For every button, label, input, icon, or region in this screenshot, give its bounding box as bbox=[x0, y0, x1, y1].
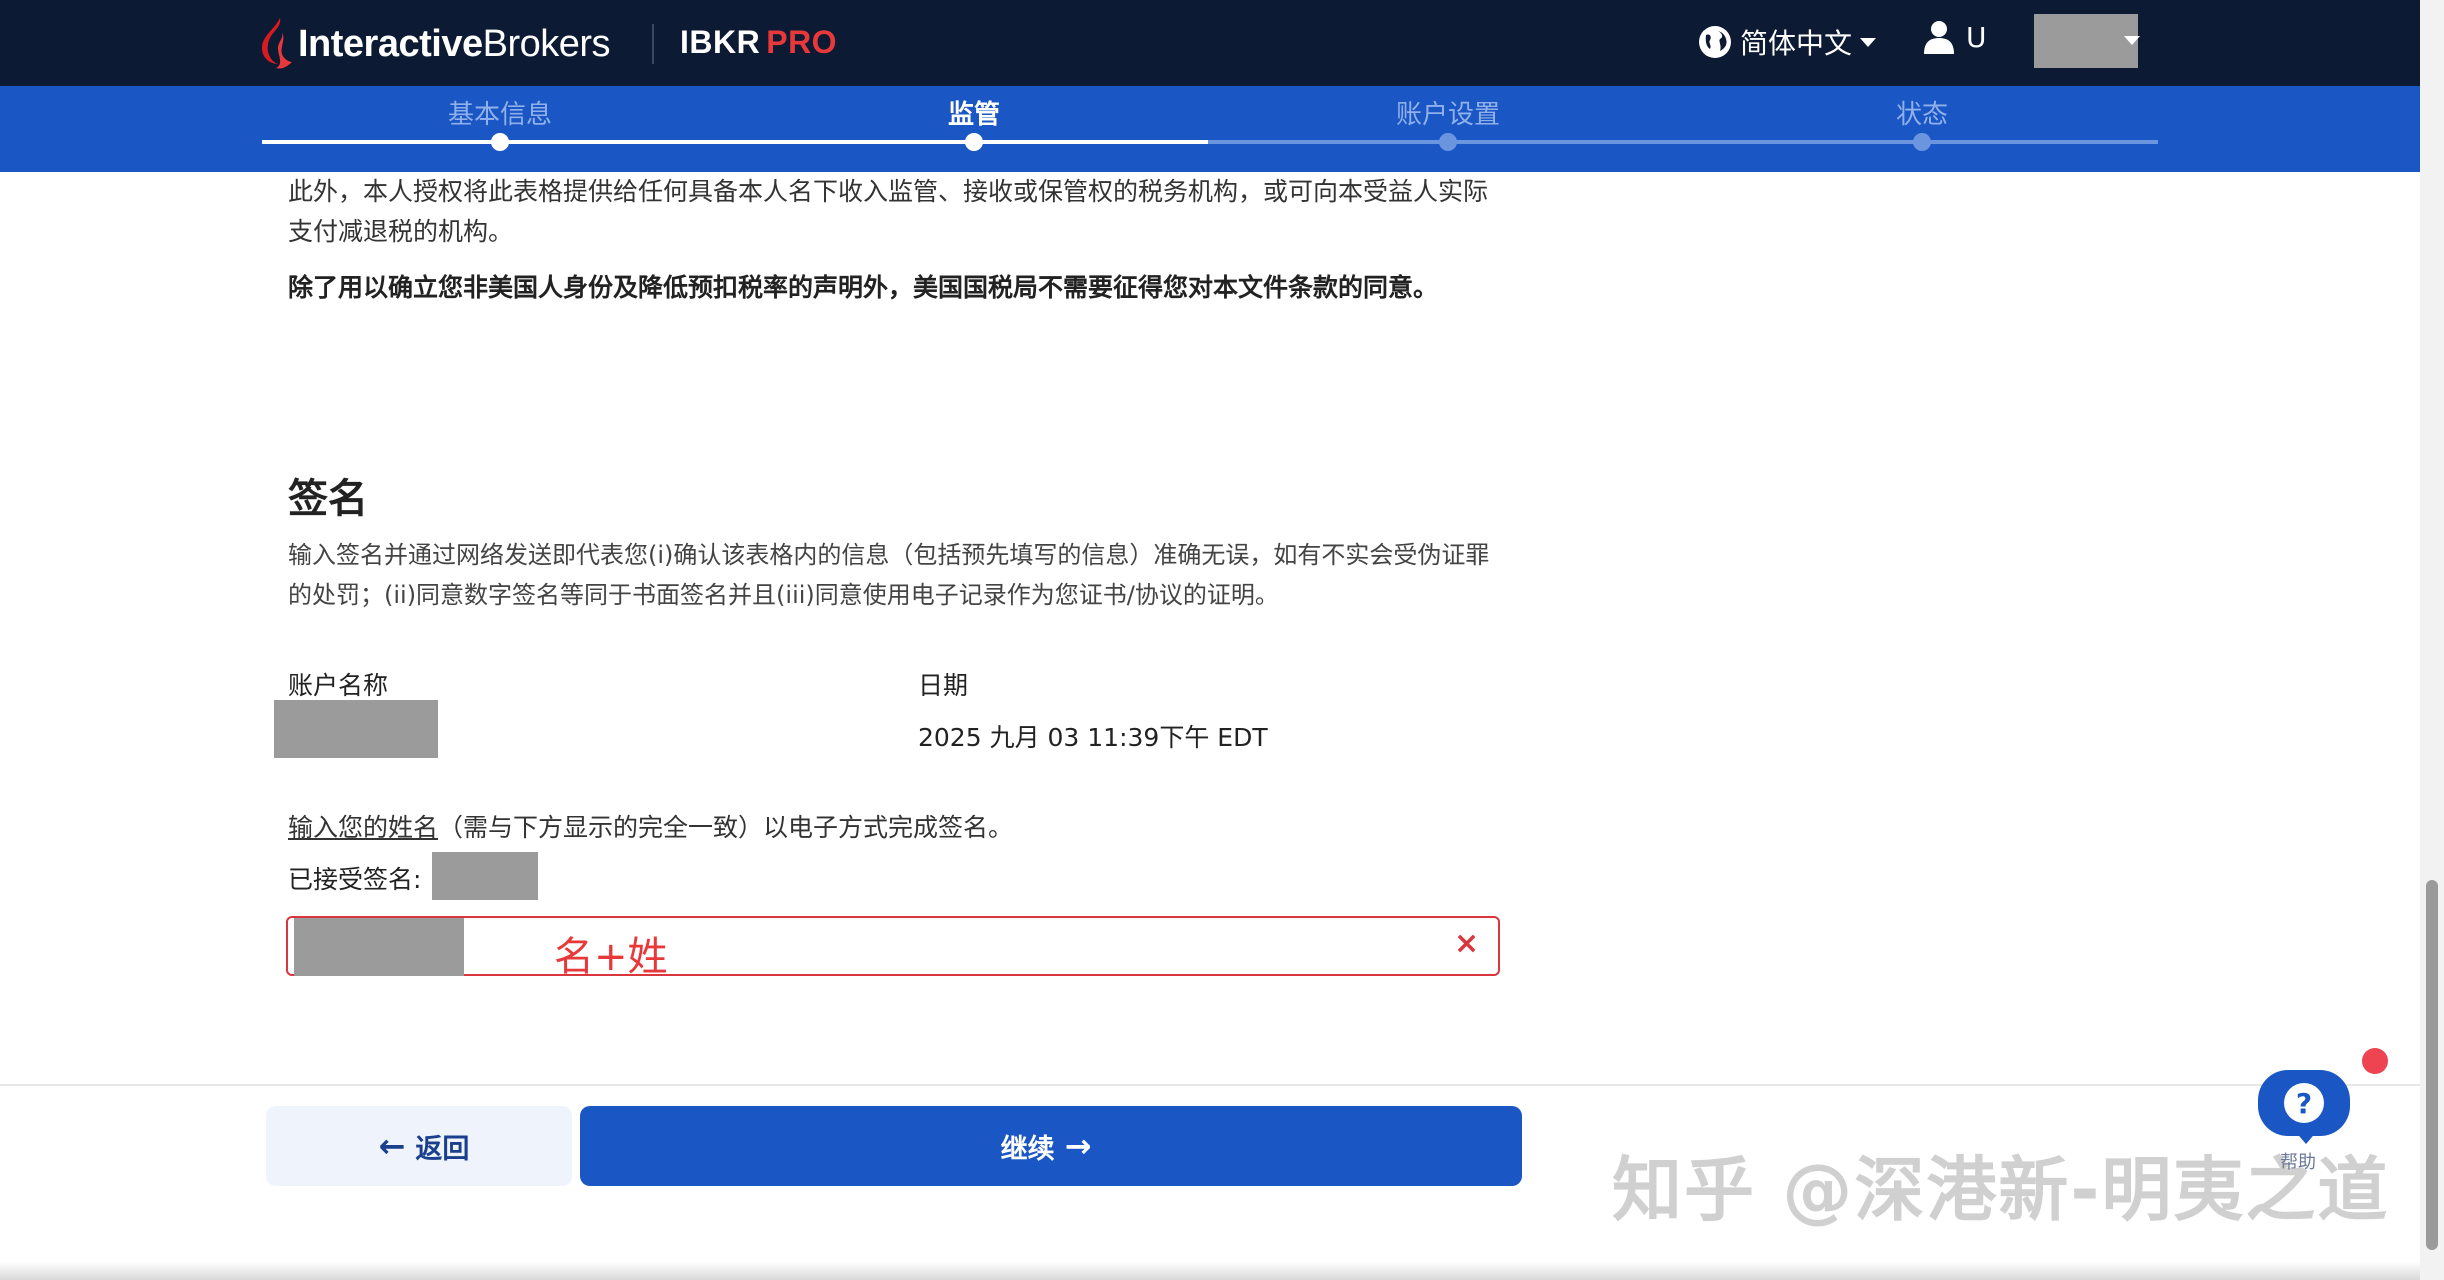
step-account-settings: 账户设置 bbox=[1395, 100, 1501, 130]
user-icon bbox=[1924, 21, 1954, 54]
progress-track-fill bbox=[262, 140, 1208, 144]
globe-icon bbox=[1699, 26, 1731, 58]
help-button[interactable]: ? bbox=[2258, 1070, 2350, 1136]
account-name-redaction bbox=[274, 700, 438, 758]
back-button[interactable]: ← 返回 bbox=[266, 1106, 572, 1186]
step-dot-basic-info bbox=[491, 133, 509, 151]
date-label: 日期 bbox=[918, 671, 969, 700]
signature-description: 输入签名并通过网络发送即代表您(i)确认该表格内的信息（包括预先填写的信息）准确… bbox=[288, 541, 1490, 609]
window-bottom-edge bbox=[0, 1262, 2420, 1280]
arrow-right-icon: → bbox=[1064, 1127, 1092, 1165]
signature-instruction: 输入您的姓名（需与下方显示的完全一致）以电子方式完成签名。 bbox=[288, 808, 1013, 844]
account-name-label: 账户名称 bbox=[288, 671, 389, 700]
user-id: U bbox=[1966, 20, 1987, 54]
flame-logo-icon bbox=[262, 18, 292, 69]
instruction-text: （需与下方显示的完全一致）以电子方式完成签名。 bbox=[438, 813, 1014, 842]
clear-input-icon[interactable]: × bbox=[1454, 926, 1479, 961]
top-nav-bar: InteractiveBrokers IBKR PRO 简体中文 U bbox=[0, 0, 2420, 86]
product-name-text: IBKR bbox=[680, 24, 761, 60]
step-regulatory[interactable]: 监管 bbox=[948, 94, 1000, 131]
product-name: IBKR PRO bbox=[680, 24, 837, 61]
step-basic-info[interactable]: 基本信息 bbox=[448, 94, 552, 131]
brand-bold: Interactive bbox=[298, 22, 483, 65]
language-selector[interactable]: 简体中文 bbox=[1698, 22, 1877, 62]
scrollbar-thumb[interactable] bbox=[2426, 880, 2438, 1250]
irs-consent-paragraph: 除了用以确立您非美国人身份及降低预扣税率的声明外，美国国税局不需要征得您对本文件… bbox=[288, 273, 1439, 302]
signature-annotation: 名+姓 bbox=[554, 934, 668, 980]
authorization-paragraph: 此外，本人授权将此表格提供给任何具备本人名下收入监管、接收或保管权的税务机构，或… bbox=[288, 177, 1489, 246]
step-status: 状态 bbox=[1895, 100, 1949, 130]
back-button-label: 返回 bbox=[415, 1133, 470, 1165]
instruction-link[interactable]: 输入您的姓名 bbox=[288, 813, 438, 842]
watermark: 知乎 @深港新-明夷之道 bbox=[1612, 1149, 2390, 1231]
user-id-redaction bbox=[2034, 14, 2138, 68]
product-tier: PRO bbox=[766, 24, 838, 60]
form-content: 此外，本人授权将此表格提供给任何具备本人名下收入监管、接收或保管权的税务机构，或… bbox=[288, 172, 1508, 308]
continue-button-label: 继续 bbox=[1000, 1133, 1055, 1165]
header-divider bbox=[652, 24, 654, 64]
language-label: 简体中文 bbox=[1740, 27, 1853, 60]
signature-heading: 签名 bbox=[288, 476, 368, 522]
date-value: 2025 九月 03 11:39下午 EDT bbox=[918, 723, 1268, 752]
notification-dot bbox=[2362, 1048, 2388, 1074]
brand-name: InteractiveBrokers bbox=[298, 22, 611, 66]
progress-steps: 基本信息 监管 账户设置 状态 bbox=[0, 86, 2420, 172]
brand-light: Brokers bbox=[482, 22, 611, 65]
footer-divider bbox=[0, 1084, 2420, 1086]
signature-input[interactable] bbox=[286, 916, 1500, 976]
question-icon: ? bbox=[2284, 1083, 2324, 1123]
signature-input-redaction bbox=[294, 918, 464, 976]
accepted-signature-label: 已接受签名: bbox=[288, 865, 422, 894]
arrow-left-icon: ← bbox=[378, 1127, 406, 1165]
ibkr-logo[interactable]: InteractiveBrokers bbox=[262, 16, 611, 72]
step-dot-status bbox=[1913, 133, 1931, 151]
accepted-signature-redaction bbox=[432, 852, 538, 900]
chevron-down-icon bbox=[1860, 37, 1877, 47]
continue-button[interactable]: 继续 → bbox=[580, 1106, 1522, 1186]
user-menu[interactable]: U bbox=[1924, 20, 1987, 54]
user-chevron-down-icon[interactable] bbox=[2124, 36, 2140, 45]
step-dot-account-settings bbox=[1439, 133, 1457, 151]
step-dot-regulatory bbox=[965, 133, 983, 151]
